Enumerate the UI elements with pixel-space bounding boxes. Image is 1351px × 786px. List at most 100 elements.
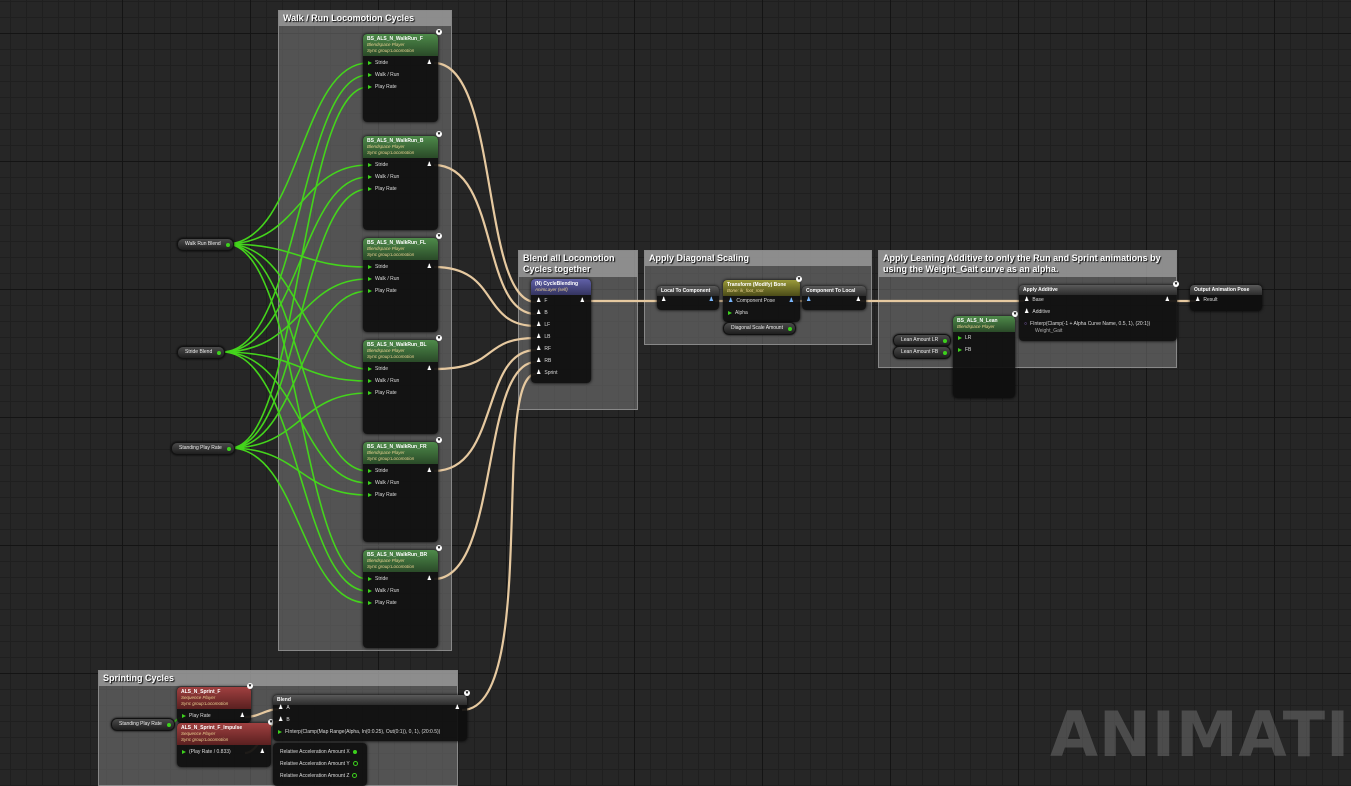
pin-b[interactable]: ♟ B	[278, 717, 290, 724]
pin-f[interactable]: ♟ F	[536, 298, 547, 305]
pin-sprint[interactable]: ♟ Sprint	[536, 370, 557, 377]
blendspace-node-walkrun-b[interactable]: BS_ALS_N_WalkRun_B Blendspace Player Sync …	[363, 136, 438, 230]
play-rate-pin[interactable]: (Play Rate / 0.833)	[182, 749, 231, 756]
output-animation-pose-node[interactable]: Output Animation Pose ♟ Result	[1190, 285, 1262, 311]
output-pin-icon[interactable]	[226, 446, 231, 451]
pose-input-pin[interactable]: ♟	[661, 297, 669, 304]
blendspace-node-walkrun-f[interactable]: BS_ALS_N_WalkRun_F Blendspace Player Sync …	[363, 34, 438, 122]
play-rate-pin[interactable]: Play Rate	[368, 288, 397, 295]
pose-output-pin[interactable]: ♟	[427, 366, 435, 373]
play-rate-pin[interactable]: Play Rate	[368, 390, 397, 397]
diagonal-scale-amount-variable[interactable]: Diagonal Scale Amount	[723, 322, 796, 335]
fb-pin[interactable]: FB	[958, 347, 971, 354]
pose-output-pin[interactable]: ♟	[427, 162, 435, 169]
blend-node[interactable]: Blend ♟ A ♟ B FInterp(Clamp(Map Range(Alph…	[273, 695, 467, 741]
pose-output-pin[interactable]: ♟	[856, 297, 864, 304]
expand-icon[interactable]: ▾	[247, 683, 253, 689]
blendspace-node-walkrun-fl[interactable]: BS_ALS_N_WalkRun_FL Blendspace Player Sync…	[363, 238, 438, 332]
additive-pin[interactable]: ♟ Additive	[1024, 309, 1050, 316]
play-rate-pin[interactable]: Play Rate	[368, 492, 397, 499]
relative-acceleration-node[interactable]: Relative Acceleration Amount X Relative …	[273, 743, 367, 786]
expand-icon[interactable]: ▾	[436, 29, 442, 35]
expand-icon[interactable]: ▾	[464, 690, 470, 696]
pose-pin-icon: ♟	[536, 322, 542, 328]
stride-pin[interactable]: Stride	[368, 468, 388, 475]
walk-run-pin[interactable]: Walk / Run	[368, 276, 399, 283]
output-pin-icon[interactable]	[943, 350, 948, 355]
result-pin[interactable]: ♟ Result	[1195, 297, 1218, 304]
pose-output-pin[interactable]: ♟	[455, 705, 463, 712]
component-pose-pin[interactable]: ♟ Component Pose	[728, 298, 775, 305]
lean-blendspace-node[interactable]: BS_ALS_N_Lean Blendspace Player LR FB	[953, 316, 1015, 398]
expand-icon[interactable]: ▾	[436, 233, 442, 239]
pin-rf[interactable]: ♟ RF	[536, 346, 551, 353]
pose-output-pin[interactable]: ♟	[427, 264, 435, 271]
pose-output-pin[interactable]: ♟	[1165, 297, 1173, 304]
play-rate-pin[interactable]: Play Rate	[368, 600, 397, 607]
pose-output-pin[interactable]: ♟	[427, 60, 435, 67]
expand-icon[interactable]: ▾	[436, 335, 442, 341]
expand-icon[interactable]: ▾	[796, 276, 802, 282]
rel-accel-z-pin[interactable]: Relative Acceleration Amount Z	[280, 773, 361, 780]
output-pin-icon[interactable]	[943, 338, 948, 343]
standing-play-rate-variable-2[interactable]: Standing Play Rate	[111, 718, 175, 731]
rel-accel-y-pin[interactable]: Relative Acceleration Amount Y	[280, 761, 362, 768]
standing-play-rate-variable[interactable]: Standing Play Rate	[171, 442, 235, 455]
pose-output-pin[interactable]: ♟	[789, 298, 797, 305]
walk-run-pin[interactable]: Walk / Run	[368, 174, 399, 181]
apply-additive-node[interactable]: Apply Additive ♟ Base ♟ Additive ○ FInterp(…	[1019, 285, 1177, 341]
pose-input-pin[interactable]: ♟	[806, 297, 814, 304]
play-rate-pin[interactable]: Play Rate	[368, 84, 397, 91]
walk-run-blend-variable[interactable]: Walk Run Blend	[177, 238, 234, 251]
expand-icon[interactable]: ▾	[1012, 311, 1018, 317]
alpha-curve-pin[interactable]: ○ FInterp(Clamp(-1 + Alpha Curve Name, 0.…	[1024, 321, 1150, 328]
lr-pin[interactable]: LR	[958, 335, 971, 342]
blendspace-node-walkrun-fr[interactable]: BS_ALS_N_WalkRun_FR Blendspace Player Sync…	[363, 442, 438, 542]
pin-b[interactable]: ♟ B	[536, 310, 548, 317]
expand-icon[interactable]: ▾	[436, 131, 442, 137]
expand-icon[interactable]: ▾	[436, 437, 442, 443]
output-pin-icon[interactable]	[225, 242, 230, 247]
pin-rb[interactable]: ♟ RB	[536, 358, 551, 365]
stride-pin[interactable]: Stride	[368, 576, 388, 583]
pin-a[interactable]: ♟ A	[278, 705, 290, 712]
component-to-local-node[interactable]: Component To Local ♟ ♟	[802, 286, 866, 310]
pose-output-pin[interactable]: ♟	[580, 298, 588, 305]
local-to-component-node[interactable]: Local To Component ♟ ♟	[657, 286, 719, 310]
lean-amount-fb-variable[interactable]: Lean Amount FB	[893, 346, 952, 359]
pose-output-pin[interactable]: ♟	[709, 297, 717, 304]
walk-run-pin[interactable]: Walk / Run	[368, 378, 399, 385]
transform-bone-node[interactable]: Transform (Modify) Bone Bone: ik_foot_roo…	[723, 280, 800, 322]
cycle-blending-node[interactable]: (N) CycleBlending AnimLayer (self) ♟ F ♟ B …	[531, 279, 591, 383]
play-rate-pin[interactable]: Play Rate	[182, 713, 211, 720]
node-header: Apply Additive	[1019, 285, 1177, 295]
blendspace-node-walkrun-bl[interactable]: BS_ALS_N_WalkRun_BL Blendspace Player Sync…	[363, 340, 438, 434]
output-pin-icon[interactable]	[166, 722, 171, 727]
output-pin-icon[interactable]	[217, 350, 222, 355]
sprint-f-sequence-node[interactable]: ALS_N_Sprint_F Sequence Player Sync group:…	[177, 687, 251, 723]
output-pin-icon[interactable]	[787, 326, 792, 331]
play-rate-pin[interactable]: Play Rate	[368, 186, 397, 193]
expand-icon[interactable]: ▾	[1173, 281, 1179, 287]
pose-output-pin[interactable]: ♟	[260, 749, 268, 756]
stride-pin[interactable]: Stride	[368, 366, 388, 373]
pin-lb[interactable]: ♟ LB	[536, 334, 551, 341]
pose-output-pin[interactable]: ♟	[427, 576, 435, 583]
alpha-pin[interactable]: FInterp(Clamp(Map Range(Alpha, In(0:0.25…	[278, 729, 440, 736]
walk-run-pin[interactable]: Walk / Run	[368, 480, 399, 487]
rel-accel-x-pin[interactable]: Relative Acceleration Amount X	[280, 749, 361, 756]
stride-pin[interactable]: Stride	[368, 60, 388, 67]
stride-blend-variable[interactable]: Stride Blend	[177, 346, 226, 359]
stride-pin[interactable]: Stride	[368, 162, 388, 169]
base-pin[interactable]: ♟ Base	[1024, 297, 1044, 304]
expand-icon[interactable]: ▾	[436, 545, 442, 551]
walk-run-pin[interactable]: Walk / Run	[368, 588, 399, 595]
pose-output-pin[interactable]: ♟	[240, 713, 248, 720]
alpha-pin[interactable]: Alpha	[728, 310, 748, 317]
blendspace-node-walkrun-br[interactable]: BS_ALS_N_WalkRun_BR Blendspace Player Sync…	[363, 550, 438, 648]
stride-pin[interactable]: Stride	[368, 264, 388, 271]
sprint-impulse-sequence-node[interactable]: ALS_N_Sprint_F_Impulse Sequence Player Syn…	[177, 723, 271, 767]
walk-run-pin[interactable]: Walk / Run	[368, 72, 399, 79]
pin-lf[interactable]: ♟ LF	[536, 322, 550, 329]
pose-output-pin[interactable]: ♟	[427, 468, 435, 475]
